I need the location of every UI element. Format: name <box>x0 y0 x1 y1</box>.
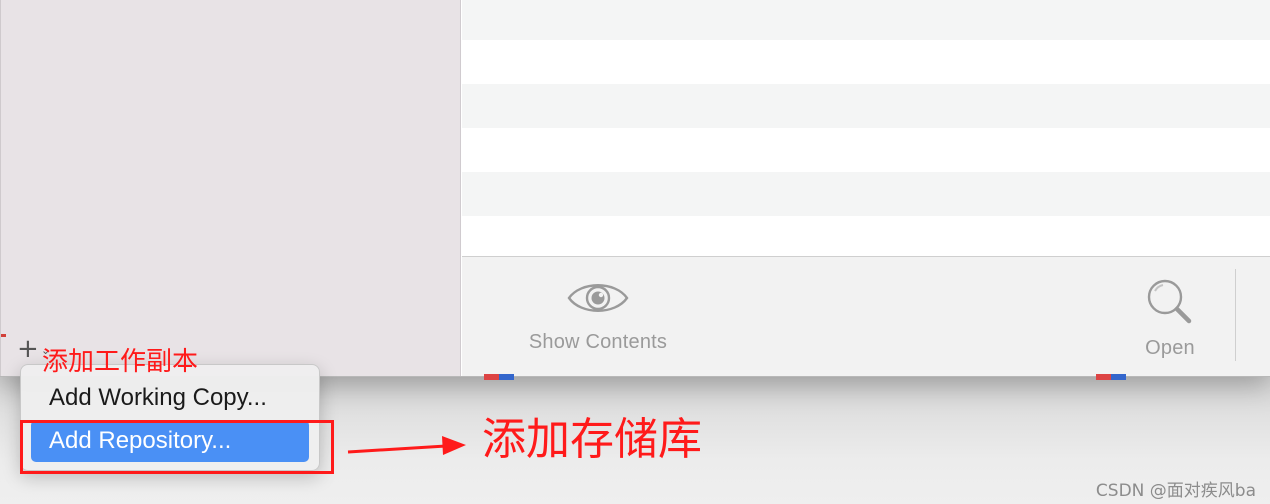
plus-icon[interactable]: + <box>17 336 39 362</box>
list-row[interactable] <box>462 172 1270 216</box>
open-button[interactable]: Open <box>1122 277 1218 360</box>
toolbar-separator <box>1235 269 1236 361</box>
open-label: Open <box>1145 337 1195 359</box>
sidebar-edge-marker <box>1 334 6 337</box>
bottom-toolbar: Show Contents Open <box>462 257 1270 376</box>
show-contents-label: Show Contents <box>528 331 668 353</box>
app-window: + ⌄ Show Contents Open <box>0 0 1270 377</box>
background-window-chip <box>1096 374 1126 380</box>
list-row[interactable] <box>462 40 1270 84</box>
list-row[interactable] <box>462 0 1270 40</box>
annotation-arrow-icon <box>347 436 466 455</box>
list-row[interactable] <box>462 84 1270 128</box>
annotation-highlight-box <box>20 420 334 474</box>
annotation-add-working-copy: 添加工作副本 <box>42 347 199 377</box>
list-row[interactable] <box>462 128 1270 172</box>
eye-icon <box>567 284 629 312</box>
add-working-copy-menu-item[interactable]: Add Working Copy... <box>31 378 309 418</box>
background-window-chip <box>484 374 514 380</box>
show-contents-button[interactable]: Show Contents <box>508 277 688 354</box>
annotation-add-repository: 添加存储库 <box>482 414 702 465</box>
watermark: CSDN @面对疾风ba <box>1095 481 1256 501</box>
magnifier-icon <box>1147 279 1192 324</box>
file-list <box>462 0 1270 256</box>
list-row[interactable] <box>462 216 1270 256</box>
sidebar: + ⌄ <box>0 0 461 376</box>
